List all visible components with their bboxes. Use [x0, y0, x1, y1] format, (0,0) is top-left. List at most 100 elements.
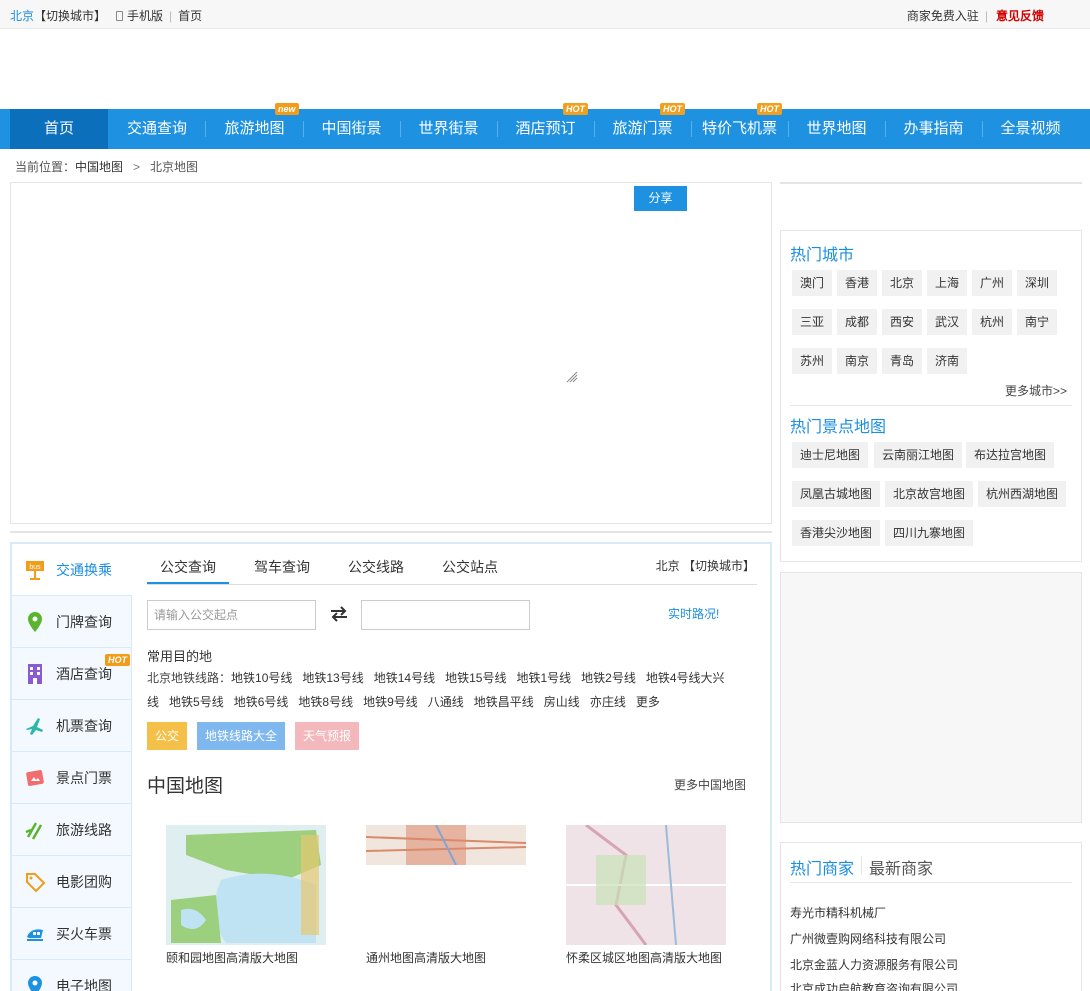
sidebar-item-attraction-tickets[interactable]: 景点门票 — [12, 752, 132, 804]
switch-city-link[interactable]: 北京 【切换城市】 — [656, 557, 755, 574]
subway-line-link[interactable]: 地铁14号线 — [374, 671, 435, 685]
tab-bus-stops[interactable]: 公交站点 — [442, 555, 498, 584]
map-thumbnail-tongzhou[interactable] — [366, 825, 526, 865]
city-tag[interactable]: 北京 — [882, 270, 923, 296]
sidebar-item-train-tickets[interactable]: 买火车票 — [12, 908, 132, 960]
bus-button[interactable]: 公交 — [147, 722, 187, 750]
map-canvas[interactable] — [10, 182, 772, 524]
spot-tag[interactable]: 云南丽江地图 — [874, 442, 963, 468]
nav-world-map[interactable]: 世界地图 — [788, 109, 885, 149]
nav-world-streetview[interactable]: 世界街景 — [400, 109, 497, 149]
sidebar-item-flights[interactable]: 机票查询 — [12, 700, 132, 752]
spot-tag[interactable]: 布达拉宫地图 — [966, 442, 1055, 468]
city-tag[interactable]: 澳门 — [792, 270, 833, 296]
subway-line-link[interactable]: 地铁15号线 — [445, 671, 506, 685]
bus-end-input[interactable] — [361, 600, 530, 630]
nav-flights[interactable]: 特价飞机票 HOT — [691, 103, 788, 149]
merchant-link[interactable]: 寿光市精科机械厂 — [790, 904, 886, 921]
tab-bus-lines[interactable]: 公交线路 — [348, 555, 404, 584]
subway-lines-button[interactable]: 地铁线路大全 — [197, 722, 285, 750]
mobile-version-link[interactable]: 手机版 — [127, 7, 163, 24]
subway-line-link[interactable]: 八通线 — [428, 695, 464, 709]
city-tag[interactable]: 南京 — [837, 348, 878, 374]
nav-china-streetview[interactable]: 中国街景 — [303, 109, 400, 149]
city-tag[interactable]: 三亚 — [792, 309, 833, 335]
nav-hotel[interactable]: 酒店预订 HOT — [497, 103, 594, 149]
city-tag[interactable]: 上海 — [927, 270, 968, 296]
merchant-link[interactable]: 北京金蓝人力资源服务有限公司 — [790, 956, 958, 973]
tab-new-merchants[interactable]: 最新商家 — [869, 855, 933, 879]
map-thumbnail-huairou[interactable] — [566, 825, 726, 945]
spot-tag[interactable]: 凤凰古城地图 — [792, 481, 881, 507]
tab-driving-query[interactable]: 驾车查询 — [254, 555, 310, 584]
subway-line-link[interactable]: 地铁4号线大兴 — [646, 671, 725, 685]
weather-button[interactable]: 天气预报 — [295, 722, 359, 750]
current-city-link[interactable]: 北京 — [10, 7, 34, 24]
sidebar-item-address[interactable]: 门牌查询 — [12, 596, 132, 648]
sidebar-item-travel-routes[interactable]: 旅游线路 — [12, 804, 132, 856]
city-tag[interactable]: 杭州 — [972, 309, 1013, 335]
merchant-join-link[interactable]: 商家免费入驻 — [907, 7, 979, 24]
sidebar-item-hotel[interactable]: 酒店查询 HOT — [12, 648, 132, 700]
share-button[interactable]: 分享 — [634, 186, 687, 211]
map-caption[interactable]: 怀柔区城区地图高清版大地图 — [566, 949, 722, 966]
subway-line-link[interactable]: 地铁13号线 — [302, 671, 363, 685]
city-tag[interactable]: 武汉 — [927, 309, 968, 335]
sidebar-item-e-map[interactable]: 电子地图 — [12, 960, 132, 991]
spot-tag[interactable]: 香港尖沙地图 — [792, 520, 881, 546]
realtime-traffic-link[interactable]: 实时路况! — [668, 605, 719, 622]
nav-traffic[interactable]: 交通查询 — [108, 109, 206, 149]
nav-label: 世界地图 — [806, 120, 867, 137]
spot-tag[interactable]: 杭州西湖地图 — [978, 481, 1067, 507]
city-tag[interactable]: 南宁 — [1017, 309, 1058, 335]
nav-travel-map[interactable]: 旅游地图 new — [206, 103, 303, 149]
city-tag[interactable]: 西安 — [882, 309, 923, 335]
sidebar-item-transit[interactable]: bus 交通换乘 — [12, 544, 132, 596]
city-tag[interactable]: 广州 — [972, 270, 1013, 296]
city-tag[interactable]: 苏州 — [792, 348, 833, 374]
nav-guide[interactable]: 办事指南 — [885, 109, 982, 149]
subway-line-link[interactable]: 地铁10号线 — [231, 671, 292, 685]
more-china-map-link[interactable]: 更多中国地图 — [674, 776, 746, 793]
map-thumbnail-summer-palace[interactable] — [166, 825, 326, 945]
tab-hot-merchants[interactable]: 热门商家 — [790, 855, 854, 879]
nav-tickets[interactable]: 旅游门票 HOT — [594, 103, 691, 149]
city-tag[interactable]: 香港 — [837, 270, 878, 296]
breadcrumb-china-map[interactable]: 中国地图 — [75, 160, 123, 174]
city-tag[interactable]: 成都 — [837, 309, 878, 335]
home-link[interactable]: 首页 — [178, 7, 202, 24]
spot-tag[interactable]: 迪士尼地图 — [792, 442, 869, 468]
tab-bus-query[interactable]: 公交查询 — [147, 555, 229, 584]
spot-tag[interactable]: 四川九寨地图 — [885, 520, 974, 546]
resize-handle-icon[interactable] — [566, 371, 578, 383]
nav-video[interactable]: 全景视频 — [982, 109, 1079, 149]
city-tag[interactable]: 青岛 — [882, 348, 923, 374]
more-cities-link[interactable]: 更多城市>> — [1005, 382, 1067, 399]
more-lines-link[interactable]: 更多 — [636, 695, 660, 709]
sidebar-item-movie-deals[interactable]: 电影团购 — [12, 856, 132, 908]
subway-line-link[interactable]: 地铁1号线 — [516, 671, 571, 685]
subway-line-link[interactable]: 地铁2号线 — [581, 671, 636, 685]
swap-icon[interactable] — [329, 605, 349, 623]
subway-line-link[interactable]: 地铁6号线 — [234, 695, 289, 709]
subway-line-link[interactable]: 地铁昌平线 — [474, 695, 534, 709]
spot-tag[interactable]: 北京故宫地图 — [885, 481, 974, 507]
city-tag[interactable]: 深圳 — [1017, 270, 1058, 296]
subway-line-link[interactable]: 地铁9号线 — [363, 695, 418, 709]
map-caption[interactable]: 通州地图高清版大地图 — [366, 949, 486, 966]
feedback-link[interactable]: 意见反馈 — [996, 7, 1044, 24]
city-tag[interactable]: 济南 — [927, 348, 968, 374]
nav-home[interactable]: 首页 — [10, 109, 108, 149]
merchant-link[interactable]: 北京成功启航教育咨询有限公司 — [790, 980, 958, 991]
bus-start-input[interactable]: 请输入公交起点 — [147, 600, 316, 630]
tool-sidebar: bus 交通换乘 门牌查询 酒店查询 HOT 机票查询 景点门票 旅游线路 电影… — [12, 544, 132, 991]
switch-city-link[interactable]: 【切换城市】 — [34, 7, 106, 24]
subway-line-link[interactable]: 亦庄线 — [590, 695, 626, 709]
subway-line-link[interactable]: 房山线 — [544, 695, 580, 709]
subway-line-link[interactable]: 线 — [147, 695, 159, 709]
subway-line-link[interactable]: 地铁8号线 — [298, 695, 353, 709]
merchant-link[interactable]: 广州微壹购网络科技有限公司 — [790, 930, 946, 947]
map-caption[interactable]: 颐和园地图高清版大地图 — [166, 949, 298, 966]
subway-line-link[interactable]: 地铁5号线 — [169, 695, 224, 709]
transit-tabs: 公交查询 驾车查询 公交线路 公交站点 北京 【切换城市】 — [147, 555, 757, 585]
